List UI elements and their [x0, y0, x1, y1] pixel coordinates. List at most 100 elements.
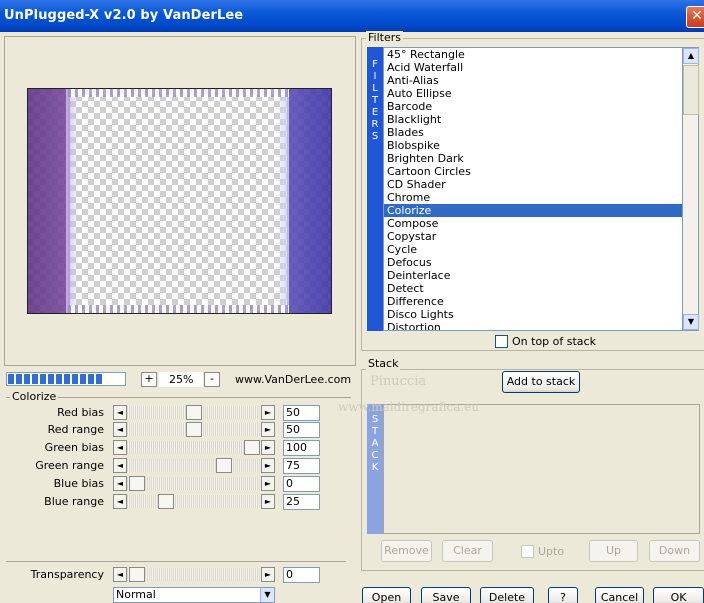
chevron-down-icon[interactable]: ▼	[260, 588, 274, 602]
filter-item[interactable]: Barcode	[384, 100, 682, 113]
slider-value[interactable]: 25	[283, 494, 320, 510]
slider-decrease[interactable]: ◄	[113, 405, 127, 420]
transparency-increase[interactable]: ►	[261, 567, 275, 582]
slider-increase[interactable]: ►	[261, 494, 275, 509]
on-top-checkbox[interactable]	[495, 335, 508, 348]
slider-track[interactable]	[127, 495, 261, 508]
progress-segment	[88, 374, 94, 384]
filter-item[interactable]: Acid Waterfall	[384, 61, 682, 74]
scroll-down-icon[interactable]: ▼	[683, 314, 699, 330]
preview-image[interactable]	[27, 88, 332, 314]
ok-button[interactable]: OK	[653, 587, 704, 603]
close-icon: ✕	[691, 8, 703, 24]
filter-item[interactable]: Brighten Dark	[384, 152, 682, 165]
open-button[interactable]: Open	[362, 587, 411, 603]
slider-decrease[interactable]: ◄	[113, 440, 127, 455]
stack-banner-letter: C	[371, 450, 379, 461]
filter-item[interactable]: Disco Lights	[384, 308, 682, 321]
remove-button[interactable]: Remove	[381, 540, 432, 562]
progress-segment	[72, 374, 78, 384]
filter-item[interactable]: Defocus	[384, 256, 682, 269]
slider-increase[interactable]: ►	[261, 440, 275, 455]
slider-decrease[interactable]: ◄	[113, 476, 127, 491]
website-link[interactable]: www.VanDerLee.com	[235, 373, 351, 386]
watermark-name: Pinuccia	[370, 374, 427, 389]
slider-decrease[interactable]: ◄	[113, 494, 127, 509]
filter-item[interactable]: Distortion	[384, 321, 682, 330]
slider-track[interactable]	[127, 477, 261, 490]
filter-item[interactable]: Detect	[384, 282, 682, 295]
slider-value[interactable]: 0	[283, 476, 320, 492]
filter-item[interactable]: Blobspike	[384, 139, 682, 152]
progress-segment	[40, 374, 46, 384]
right-arrow-icon: ►	[264, 479, 272, 488]
transparency-value[interactable]: 0	[283, 567, 320, 583]
blend-mode-dropdown[interactable]: Normal ▼	[113, 587, 275, 603]
progress-segment	[32, 374, 38, 384]
close-button[interactable]: ✕	[686, 6, 704, 28]
stack-banner: STACK	[367, 404, 383, 534]
slider-track[interactable]	[127, 459, 261, 472]
slider-increase[interactable]: ►	[261, 405, 275, 420]
slider-thumb[interactable]	[158, 494, 174, 509]
zoom-out-button[interactable]: -	[204, 372, 220, 387]
slider-decrease[interactable]: ◄	[113, 422, 127, 437]
slider-value[interactable]: 75	[283, 458, 320, 474]
right-arrow-icon: ►	[264, 570, 272, 579]
filter-item[interactable]: Chrome	[384, 191, 682, 204]
stack-list[interactable]	[383, 404, 700, 534]
filter-item[interactable]: Copystar	[384, 230, 682, 243]
delete-button[interactable]: Delete	[480, 587, 534, 603]
down-button[interactable]: Down	[649, 540, 700, 562]
filter-list[interactable]: 45° Rectangle Acid Waterfall Anti-Alias Aut…	[383, 47, 683, 331]
slider-thumb[interactable]	[186, 422, 202, 437]
left-arrow-icon: ◄	[116, 443, 124, 452]
filter-item[interactable]: Compose	[384, 217, 682, 230]
filter-item[interactable]: Anti-Alias	[384, 74, 682, 87]
scroll-thumb[interactable]	[683, 65, 699, 115]
filter-item[interactable]: Deinterlace	[384, 269, 682, 282]
clear-button[interactable]: Clear	[442, 540, 493, 562]
slider-value[interactable]: 100	[283, 440, 320, 456]
filter-item[interactable]: Colorize	[384, 204, 682, 217]
zoom-in-button[interactable]: +	[141, 372, 157, 387]
filter-item[interactable]: Cartoon Circles	[384, 165, 682, 178]
left-arrow-icon: ◄	[116, 425, 124, 434]
filter-item[interactable]: Blacklight	[384, 113, 682, 126]
title-bar[interactable]: UnPlugged-X v2.0 by VanDerLee ✕	[0, 0, 704, 32]
transparency-divider	[6, 561, 346, 562]
slider-label: Green range	[35, 459, 104, 472]
slider-thumb[interactable]	[244, 440, 260, 455]
slider-value[interactable]: 50	[283, 405, 320, 421]
slider-increase[interactable]: ►	[261, 476, 275, 491]
filter-item[interactable]: 45° Rectangle	[384, 48, 682, 61]
transparency-thumb[interactable]	[129, 567, 145, 582]
filter-item[interactable]: Auto Ellipse	[384, 87, 682, 100]
filter-list-scrollbar[interactable]: ▲ ▼	[683, 47, 699, 331]
filter-item[interactable]: Blades	[384, 126, 682, 139]
scroll-up-icon[interactable]: ▲	[683, 48, 699, 64]
add-to-stack-button[interactable]: Add to stack	[502, 371, 580, 393]
filter-item[interactable]: CD Shader	[384, 178, 682, 191]
progress-segment	[8, 374, 14, 384]
upto-checkbox[interactable]	[521, 545, 534, 558]
filters-banner-letter: L	[372, 83, 378, 94]
slider-track[interactable]	[127, 441, 261, 454]
slider-row: Blue bias ◄ ► 0	[0, 476, 330, 492]
filter-item[interactable]: Cycle	[384, 243, 682, 256]
save-button[interactable]: Save	[421, 587, 471, 603]
slider-thumb[interactable]	[216, 458, 232, 473]
up-button[interactable]: Up	[589, 540, 638, 562]
transparency-decrease[interactable]: ◄	[113, 567, 127, 582]
slider-increase[interactable]: ►	[261, 422, 275, 437]
filter-item[interactable]: Difference	[384, 295, 682, 308]
slider-decrease[interactable]: ◄	[113, 458, 127, 473]
slider-value[interactable]: 50	[283, 422, 320, 438]
slider-thumb[interactable]	[129, 476, 145, 491]
transparency-track[interactable]	[127, 568, 261, 581]
cancel-button[interactable]: Cancel	[595, 587, 644, 603]
stack-banner-letter: T	[371, 426, 379, 437]
help-button[interactable]: ?	[548, 587, 578, 603]
slider-thumb[interactable]	[186, 405, 202, 420]
slider-increase[interactable]: ►	[261, 458, 275, 473]
